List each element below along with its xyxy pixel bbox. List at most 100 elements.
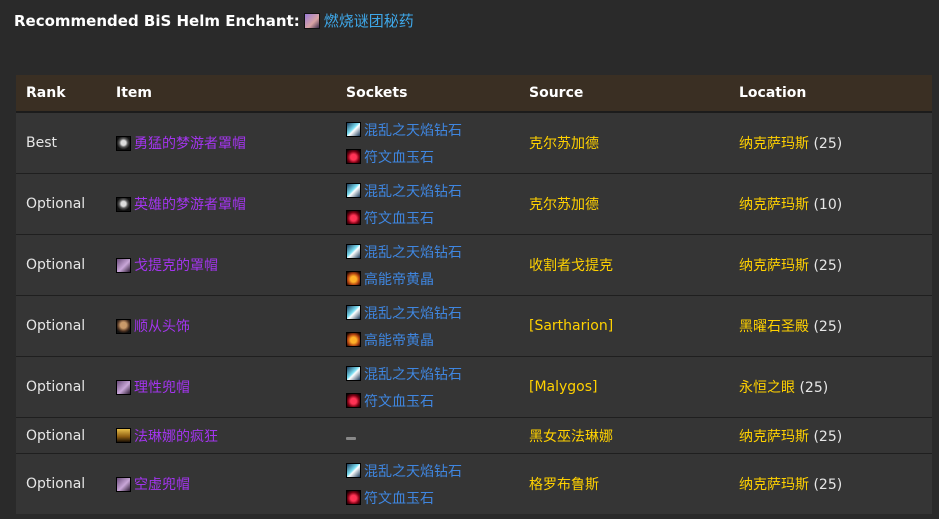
location-link[interactable]: 黑曜石圣殿: [739, 319, 809, 335]
source-link[interactable]: 克尔苏加德: [519, 111, 729, 174]
sockets-cell: 混乱之天焰钻石 符文血玉石: [336, 453, 519, 514]
hood-icon[interactable]: [116, 257, 131, 273]
gem-link[interactable]: 符文血玉石: [346, 391, 519, 411]
item-name[interactable]: 空虚兜帽: [134, 474, 190, 494]
gem-name[interactable]: 符文血玉石: [364, 488, 434, 508]
table-row: Best 勇猛的梦游者罩帽 混乱之天焰钻石 符文血玉石 克尔苏加德 纳克萨玛斯 …: [16, 111, 932, 174]
location-link[interactable]: 纳克萨玛斯: [739, 136, 809, 152]
item-link[interactable]: 理性兜帽: [116, 377, 336, 397]
source-link[interactable]: [Sartharion]: [519, 295, 729, 357]
gem-link[interactable]: 符文血玉石: [346, 147, 519, 167]
topaz-gem-icon[interactable]: [346, 271, 361, 286]
gem-link[interactable]: 符文血玉石: [346, 488, 519, 508]
recommended-enchant-heading: Recommended BiS Helm Enchant: 燃烧谜团秘药: [14, 10, 414, 31]
location-link[interactable]: 纳克萨玛斯: [739, 258, 809, 274]
item-link[interactable]: 顺从头饰: [116, 316, 336, 336]
raid-size: (25): [813, 136, 843, 152]
column-header-sockets[interactable]: Sockets: [336, 75, 519, 113]
gem-name[interactable]: 混乱之天焰钻石: [364, 461, 462, 481]
gem-link[interactable]: 混乱之天焰钻石: [346, 461, 519, 481]
column-header-location[interactable]: Location: [729, 75, 932, 113]
location-cell: 永恒之眼 (25): [729, 356, 932, 418]
gem-link[interactable]: 混乱之天焰钻石: [346, 120, 519, 140]
item-name[interactable]: 勇猛的梦游者罩帽: [134, 133, 246, 153]
diamond-gem-icon[interactable]: [346, 463, 361, 478]
mask-icon[interactable]: [116, 318, 131, 334]
crown-icon[interactable]: [116, 428, 131, 443]
location-link[interactable]: 纳克萨玛斯: [739, 477, 809, 493]
item-name[interactable]: 英雄的梦游者罩帽: [134, 194, 246, 214]
source-link[interactable]: 克尔苏加德: [519, 173, 729, 235]
helm-icon[interactable]: [116, 135, 131, 151]
gem-name[interactable]: 符文血玉石: [364, 147, 434, 167]
location-link[interactable]: 纳克萨玛斯: [739, 197, 809, 213]
item-link[interactable]: 法琳娜的疯狂: [116, 426, 336, 446]
topaz-gem-icon[interactable]: [346, 332, 361, 347]
item-link[interactable]: 勇猛的梦游者罩帽: [116, 133, 336, 153]
gem-name[interactable]: 混乱之天焰钻石: [364, 364, 462, 384]
sockets-cell: 混乱之天焰钻石 符文血玉石: [336, 111, 519, 174]
enchant-link[interactable]: 燃烧谜团秘药: [324, 10, 414, 31]
table-row: Optional 英雄的梦游者罩帽 混乱之天焰钻石 符文血玉石 克尔苏加德 纳克…: [16, 173, 932, 235]
diamond-gem-icon[interactable]: [346, 366, 361, 381]
source-link[interactable]: 格罗布鲁斯: [519, 453, 729, 514]
gem-name[interactable]: 混乱之天焰钻石: [364, 181, 462, 201]
gem-link[interactable]: 混乱之天焰钻石: [346, 242, 519, 262]
column-header-item[interactable]: Item: [106, 75, 336, 113]
location-cell: 纳克萨玛斯 (25): [729, 453, 932, 514]
raid-size: (25): [813, 428, 843, 445]
sockets-cell: 混乱之天焰钻石 符文血玉石: [336, 356, 519, 418]
raid-size: (25): [813, 319, 843, 335]
item-name[interactable]: 顺从头饰: [134, 316, 190, 336]
gem-name[interactable]: 混乱之天焰钻石: [364, 242, 462, 262]
ruby-gem-icon[interactable]: [346, 490, 361, 505]
column-header-source[interactable]: Source: [519, 75, 729, 113]
item-link[interactable]: 戈提克的罩帽: [116, 255, 336, 275]
item-name[interactable]: 戈提克的罩帽: [134, 255, 218, 275]
location-link[interactable]: 永恒之眼: [739, 380, 795, 396]
column-header-rank[interactable]: Rank: [16, 75, 106, 113]
item-link[interactable]: 英雄的梦游者罩帽: [116, 194, 336, 214]
recommended-enchant-label: Recommended BiS Helm Enchant:: [14, 11, 300, 30]
gem-link[interactable]: 高能帝黄晶: [346, 269, 519, 289]
gem-name[interactable]: 符文血玉石: [364, 208, 434, 228]
item-link[interactable]: 空虚兜帽: [116, 474, 336, 494]
rank-cell: Optional: [16, 356, 106, 418]
gem-link[interactable]: 混乱之天焰钻石: [346, 303, 519, 323]
diamond-gem-icon[interactable]: [346, 305, 361, 320]
gem-name[interactable]: 符文血玉石: [364, 391, 434, 411]
table-row: Optional 理性兜帽 混乱之天焰钻石 符文血玉石 [Malygos] 永恒…: [16, 356, 932, 418]
location-link[interactable]: 纳克萨玛斯: [739, 429, 809, 445]
gem-name[interactable]: 混乱之天焰钻石: [364, 120, 462, 140]
hood-icon[interactable]: [116, 379, 131, 395]
location-cell: 纳克萨玛斯 (25): [729, 111, 932, 174]
item-cell: 戈提克的罩帽: [106, 234, 336, 296]
gem-name[interactable]: 高能帝黄晶: [364, 330, 434, 350]
gem-link[interactable]: 符文血玉石: [346, 208, 519, 228]
no-sockets-dash: [346, 436, 356, 440]
source-link[interactable]: [Malygos]: [519, 356, 729, 418]
item-cell: 空虚兜帽: [106, 453, 336, 514]
ruby-gem-icon[interactable]: [346, 393, 361, 408]
ruby-gem-icon[interactable]: [346, 149, 361, 164]
diamond-gem-icon[interactable]: [346, 122, 361, 137]
table-row: Optional 空虚兜帽 混乱之天焰钻石 符文血玉石 格罗布鲁斯 纳克萨玛斯 …: [16, 453, 932, 514]
item-name[interactable]: 理性兜帽: [134, 377, 190, 397]
source-link[interactable]: 黑女巫法琳娜: [519, 417, 729, 454]
gem-name[interactable]: 混乱之天焰钻石: [364, 303, 462, 323]
sockets-cell: 混乱之天焰钻石 高能帝黄晶: [336, 234, 519, 296]
hood-icon[interactable]: [116, 476, 131, 492]
ruby-gem-icon[interactable]: [346, 210, 361, 225]
gem-name[interactable]: 高能帝黄晶: [364, 269, 434, 289]
enchant-potion-icon[interactable]: [303, 12, 320, 29]
source-link[interactable]: 收割者戈提克: [519, 234, 729, 296]
gem-link[interactable]: 混乱之天焰钻石: [346, 181, 519, 201]
gem-link[interactable]: 高能帝黄晶: [346, 330, 519, 350]
gem-link[interactable]: 混乱之天焰钻石: [346, 364, 519, 384]
helm-icon[interactable]: [116, 196, 131, 212]
diamond-gem-icon[interactable]: [346, 244, 361, 259]
location-cell: 纳克萨玛斯 (10): [729, 173, 932, 235]
diamond-gem-icon[interactable]: [346, 183, 361, 198]
item-name[interactable]: 法琳娜的疯狂: [134, 426, 218, 446]
rank-cell: Optional: [16, 173, 106, 235]
